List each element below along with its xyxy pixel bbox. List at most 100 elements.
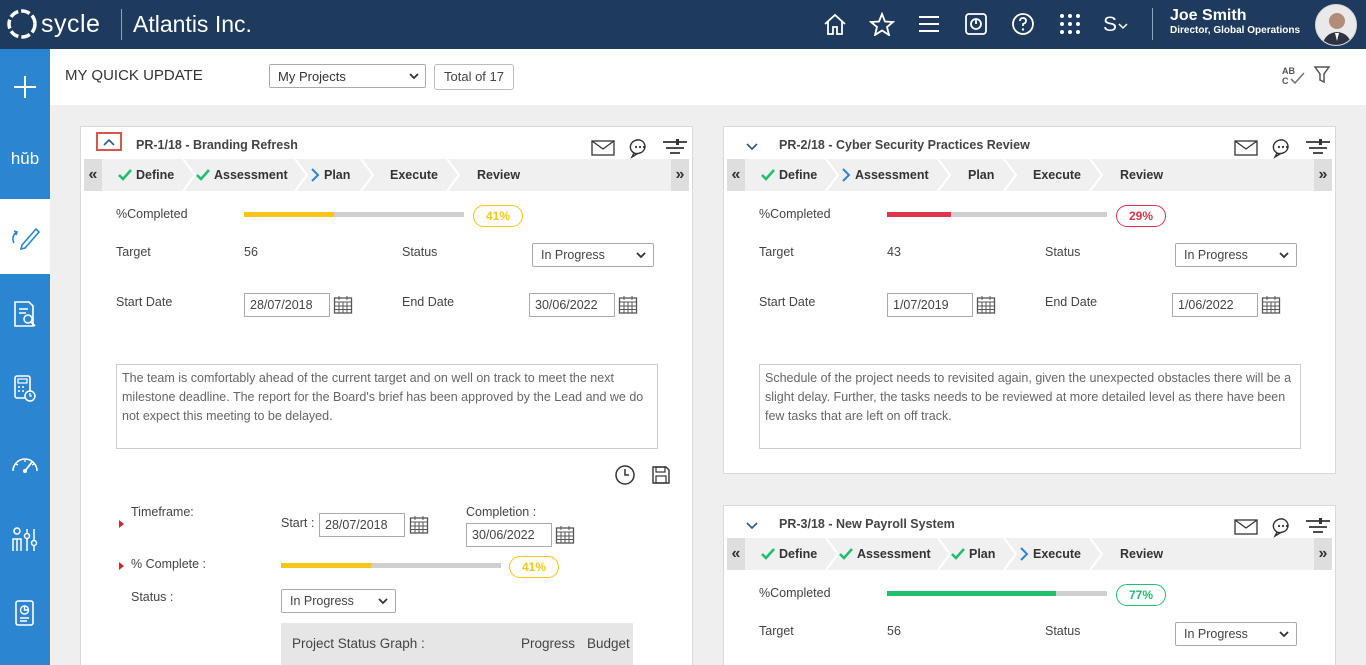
comment-icon[interactable] — [1272, 137, 1294, 159]
step-define[interactable]: Define — [761, 538, 817, 570]
calendar-icon[interactable] — [333, 295, 353, 315]
start-date-input[interactable]: 28/07/2018 — [244, 293, 330, 317]
step-assessment[interactable]: Assessment — [841, 159, 929, 191]
calculator-clock-icon[interactable] — [0, 369, 50, 409]
steps-next-button[interactable]: » — [1314, 538, 1332, 570]
start-date-input[interactable]: 1/07/2019 — [887, 293, 973, 317]
apps-grid-icon[interactable] — [1055, 9, 1085, 39]
sliders-icon[interactable] — [662, 137, 688, 155]
step-review[interactable]: Review — [1120, 538, 1163, 570]
step-plan[interactable]: Plan — [968, 159, 994, 191]
status-select-expanded[interactable]: In Progress — [281, 589, 396, 613]
step-label: Assessment — [214, 168, 288, 182]
end-date-input[interactable]: 30/06/2022 — [529, 293, 615, 317]
project-card-3: PR-3/18 - New Payroll System « Define As… — [723, 505, 1336, 665]
steps-next-button[interactable]: » — [1314, 159, 1332, 191]
status-note-textarea[interactable]: The team is comfortably ahead of the cur… — [116, 364, 658, 449]
home-icon[interactable] — [820, 9, 850, 39]
add-icon[interactable] — [0, 67, 50, 107]
steps-prev-button[interactable]: « — [727, 159, 745, 191]
svg-text:C: C — [1282, 76, 1289, 86]
graph-budget-header: Budget — [587, 636, 630, 651]
completed-bar-fill — [887, 591, 1057, 596]
step-execute[interactable]: Execute — [390, 159, 438, 191]
mail-icon[interactable] — [1234, 516, 1258, 536]
timeframe-start-input[interactable]: 28/07/2018 — [319, 513, 405, 537]
filter-icon[interactable] — [1313, 65, 1331, 85]
star-icon[interactable] — [867, 9, 897, 39]
completed-bar — [887, 591, 1107, 596]
steps-next-button[interactable]: » — [671, 159, 689, 191]
step-review[interactable]: Review — [477, 159, 520, 191]
project-title: PR-3/18 - New Payroll System — [779, 517, 955, 531]
status-select[interactable]: In Progress — [532, 243, 654, 267]
calendar-icon[interactable] — [1261, 295, 1281, 315]
gauge-icon[interactable] — [0, 444, 50, 484]
step-define[interactable]: Define — [118, 159, 174, 191]
expand-button[interactable] — [744, 139, 760, 155]
timeframe-start-label: Start : — [281, 516, 315, 530]
step-label: Assessment — [855, 168, 929, 182]
chevron-right-icon — [842, 168, 851, 182]
sliders-icon[interactable] — [1305, 137, 1331, 155]
calendar-icon[interactable] — [618, 295, 638, 315]
timeframe-label: Timeframe: — [131, 505, 194, 519]
calendar-icon[interactable] — [555, 525, 575, 545]
status-label: Status — [402, 245, 438, 259]
comment-icon[interactable] — [1272, 516, 1294, 538]
user-name[interactable]: Joe Smith — [1170, 7, 1246, 25]
pct-complete-label: % Complete : — [131, 557, 207, 571]
step-execute[interactable]: Execute — [1033, 159, 1081, 191]
spellcheck-icon[interactable]: ABC — [1282, 65, 1306, 87]
chevron-down-icon — [1279, 631, 1289, 638]
logo-text: sycle — [41, 9, 101, 38]
mail-icon[interactable] — [1234, 137, 1258, 157]
s-switch-icon[interactable]: S — [1102, 9, 1132, 39]
sidebar-item-quick-update[interactable] — [0, 199, 50, 274]
status-note-textarea[interactable]: Schedule of the project needs to revisit… — [759, 364, 1301, 449]
comment-icon[interactable] — [629, 137, 651, 159]
step-define[interactable]: Define — [761, 159, 817, 191]
hub-label: hŭb — [10, 149, 40, 168]
people-settings-icon[interactable] — [0, 519, 50, 559]
status-select[interactable]: In Progress — [1175, 243, 1297, 267]
question-icon[interactable] — [1008, 9, 1038, 39]
chevron-down-icon — [378, 598, 388, 605]
completion-date-input[interactable]: 30/06/2022 — [466, 523, 552, 547]
sliders-icon[interactable] — [1305, 516, 1331, 534]
clock-icon[interactable] — [614, 464, 636, 486]
status-select[interactable]: In Progress — [1175, 622, 1297, 646]
check-icon — [761, 169, 775, 181]
step-execute[interactable]: Execute — [1019, 538, 1081, 570]
sycle-logo[interactable]: sycle — [6, 8, 100, 40]
steps-prev-button[interactable]: « — [727, 538, 745, 570]
completed-bar-fill — [244, 212, 335, 217]
completed-bar — [887, 212, 1107, 217]
save-icon[interactable] — [651, 465, 671, 485]
step-label: Review — [1120, 547, 1164, 561]
mail-icon[interactable] — [591, 137, 615, 157]
calendar-icon[interactable] — [409, 515, 429, 535]
calendar-icon[interactable] — [976, 295, 996, 315]
project-card-2: PR-2/18 - Cyber Security Practices Revie… — [723, 126, 1336, 474]
step-assessment[interactable]: Assessment — [196, 159, 288, 191]
expand-button[interactable] — [744, 518, 760, 534]
report-search-icon[interactable] — [0, 294, 50, 334]
help-circle-icon[interactable] — [961, 9, 991, 39]
step-plan[interactable]: Plan — [951, 538, 995, 570]
end-date-input[interactable]: 1/06/2022 — [1172, 293, 1258, 317]
steps-prev-button[interactable]: « — [84, 159, 102, 191]
chevron-down-icon — [636, 252, 646, 259]
step-review[interactable]: Review — [1120, 159, 1163, 191]
graph-progress-header: Progress — [521, 636, 576, 651]
completed-label: %Completed — [116, 207, 188, 221]
sidebar-item-hub[interactable]: hŭb — [0, 139, 50, 179]
menu-icon[interactable] — [914, 9, 944, 39]
chevron-down-icon — [746, 522, 758, 530]
collapse-button[interactable] — [96, 132, 122, 151]
document-chart-icon[interactable] — [0, 594, 50, 634]
avatar[interactable] — [1315, 4, 1357, 46]
project-filter-select[interactable]: My Projects — [269, 64, 426, 88]
step-plan[interactable]: Plan — [310, 159, 350, 191]
step-assessment[interactable]: Assessment — [839, 538, 931, 570]
